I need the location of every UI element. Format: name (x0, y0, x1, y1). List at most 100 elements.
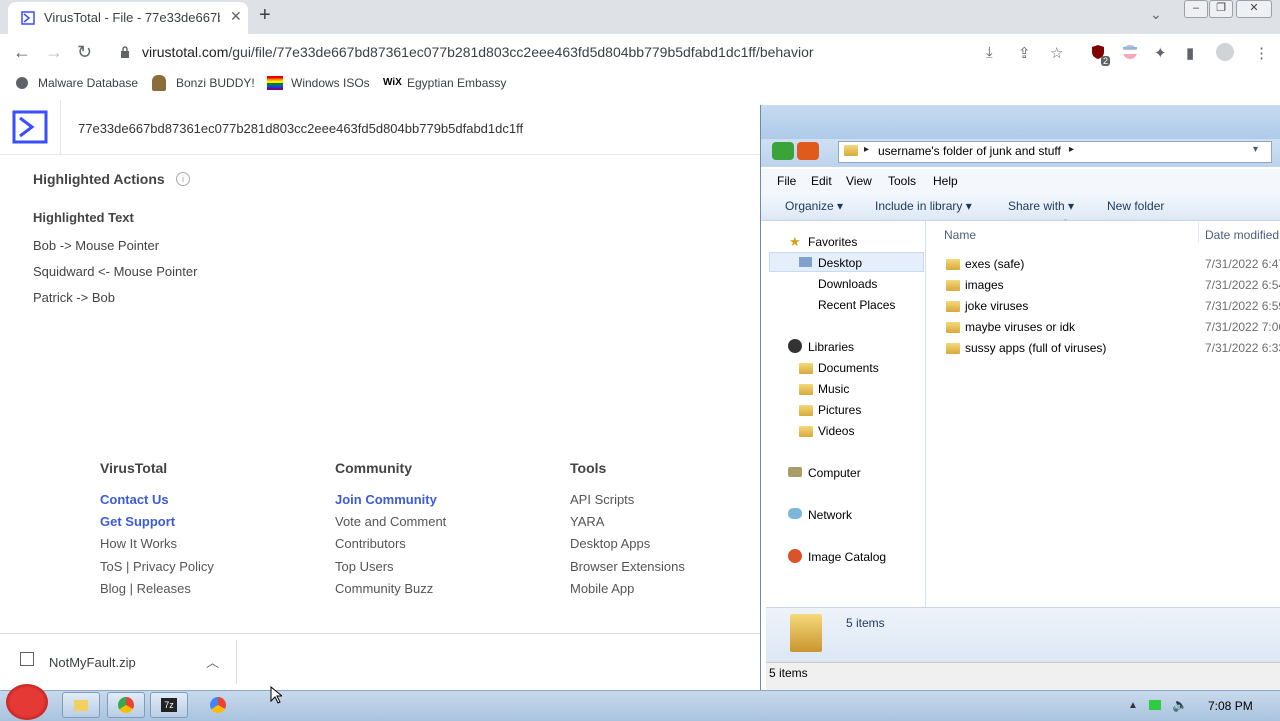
menu-kebab-icon[interactable]: ⋮ (1254, 44, 1269, 62)
reload-icon[interactable]: ↻ (77, 42, 92, 63)
contact-us-link[interactable]: Contact Us (100, 492, 169, 507)
breadcrumb-arrow-icon[interactable]: ▸ (864, 144, 869, 155)
chromium-icon[interactable] (210, 697, 226, 713)
download-filename[interactable]: NotMyFault.zip (49, 655, 136, 670)
zip-file-icon (20, 652, 34, 666)
side-panel-icon[interactable]: ▮ (1186, 44, 1194, 62)
tos-privacy-link[interactable]: ToS | Privacy Policy (100, 559, 214, 574)
explorer-titlebar[interactable] (761, 105, 1280, 139)
contributors-link[interactable]: Contributors (335, 536, 406, 551)
column-divider[interactable] (1198, 222, 1199, 242)
taskbar-7zip-button[interactable]: 7z (150, 692, 188, 718)
menu-file[interactable]: File (777, 174, 796, 188)
battery-icon[interactable] (1149, 700, 1161, 710)
taskbar-explorer-button[interactable] (62, 692, 100, 718)
column-header-date[interactable]: Date modified (1205, 228, 1279, 242)
extensions-puzzle-icon[interactable]: ✦ (1154, 44, 1167, 62)
url-text[interactable]: virustotal.com/gui/file/77e33de667bd8736… (142, 44, 814, 60)
sort-arrow-icon: ˆ (1064, 218, 1067, 228)
nav-network[interactable]: Network (808, 508, 852, 522)
breadcrumb-arrow-icon[interactable]: ▸ (1069, 144, 1074, 155)
file-row-name[interactable]: joke viruses (965, 299, 1028, 313)
file-row-name[interactable]: sussy apps (full of viruses) (965, 341, 1106, 355)
organize-button[interactable]: Organize ▾ (785, 199, 843, 213)
address-dropdown-icon[interactable]: ▾ (1253, 144, 1258, 155)
taskbar-chrome-button[interactable] (107, 692, 145, 718)
yara-link[interactable]: YARA (570, 514, 604, 529)
pride-extension-icon[interactable] (1122, 44, 1138, 65)
info-icon[interactable]: i (176, 172, 190, 186)
chevron-up-icon[interactable]: ︿ (206, 652, 219, 671)
menu-view[interactable]: View (846, 174, 872, 188)
nav-favorites[interactable]: Favorites (808, 235, 857, 249)
volume-icon[interactable]: 🔈 (1172, 697, 1188, 713)
api-scripts-link[interactable]: API Scripts (570, 492, 634, 507)
bookmark-star-icon[interactable]: ☆ (1050, 44, 1063, 62)
nav-image-catalog[interactable]: Image Catalog (808, 550, 886, 564)
back-arrow-icon[interactable]: ← (13, 42, 31, 63)
file-hash: 77e33de667bd87361ec077b281d803cc2eee463f… (78, 121, 524, 136)
footer-tools-title: Tools (570, 460, 607, 476)
menu-help[interactable]: Help (933, 174, 958, 188)
include-in-library-button[interactable]: Include in library ▾ (875, 199, 972, 213)
7zip-icon: 7z (161, 698, 177, 712)
highlighted-text-item: Patrick -> Bob (33, 290, 116, 305)
restore-button[interactable]: ❐ (1209, 0, 1233, 18)
nav-computer[interactable]: Computer (808, 466, 861, 480)
mobile-app-link[interactable]: Mobile App (570, 581, 634, 596)
share-with-button[interactable]: Share with ▾ (1008, 199, 1074, 213)
vote-comment-link[interactable]: Vote and Comment (335, 514, 446, 529)
how-it-works-link[interactable]: How It Works (100, 536, 177, 551)
get-support-link[interactable]: Get Support (100, 514, 175, 529)
bookmark-bonzi-buddy[interactable]: Bonzi BUDDY! (176, 76, 255, 90)
community-buzz-link[interactable]: Community Buzz (335, 581, 433, 596)
start-button-angry-bird-icon[interactable] (6, 684, 48, 720)
bookmark-malware-database[interactable]: Malware Database (38, 76, 138, 90)
minimize-button[interactable]: – (1184, 0, 1208, 18)
folder-icon (844, 145, 858, 156)
bookmark-egyptian-embassy[interactable]: Egyptian Embassy (407, 76, 506, 90)
nav-music[interactable]: Music (818, 382, 849, 396)
close-window-button[interactable]: ✕ (1236, 0, 1272, 18)
share-icon[interactable]: ⇪ (1018, 44, 1031, 62)
forward-arrow-icon[interactable]: → (45, 42, 63, 63)
browser-tab[interactable]: VirusTotal - File - 77e33de667bd ✕ (8, 2, 248, 34)
profile-avatar-icon[interactable] (1216, 43, 1234, 61)
file-row-name[interactable]: maybe viruses or idk (965, 320, 1075, 334)
image-catalog-icon (788, 549, 802, 563)
bookmark-windows-isos[interactable]: Windows ISOs (291, 76, 370, 90)
breadcrumb-folder[interactable]: username's folder of junk and stuff (878, 144, 1061, 158)
menu-edit[interactable]: Edit (811, 174, 832, 188)
lock-icon[interactable] (120, 45, 130, 63)
browser-extensions-link[interactable]: Browser Extensions (570, 559, 685, 574)
explorer-menu-bar (761, 169, 1280, 193)
new-tab-button[interactable]: + (259, 4, 271, 27)
new-folder-button[interactable]: New folder (1107, 199, 1164, 213)
pictures-icon (799, 405, 813, 416)
file-row-name[interactable]: images (965, 278, 1004, 292)
nav-videos[interactable]: Videos (818, 424, 854, 438)
tab-search-chevron-icon[interactable]: ⌄ (1150, 6, 1162, 23)
large-folder-icon (790, 614, 822, 652)
install-app-icon[interactable]: ⤓ (986, 44, 993, 61)
nav-downloads[interactable]: Downloads (818, 277, 877, 291)
top-users-link[interactable]: Top Users (335, 559, 394, 574)
taskbar-clock[interactable]: 7:08 PM (1208, 699, 1253, 713)
join-community-link[interactable]: Join Community (335, 492, 437, 507)
column-header-name[interactable]: Name (944, 228, 976, 242)
file-row-name[interactable]: exes (safe) (965, 257, 1024, 271)
virustotal-logo-icon[interactable] (12, 110, 48, 149)
desktop-apps-link[interactable]: Desktop Apps (570, 536, 650, 551)
tab-close-icon[interactable]: ✕ (230, 8, 242, 25)
blog-releases-link[interactable]: Blog | Releases (100, 581, 191, 596)
tray-chevron-up-icon[interactable]: ▲ (1128, 700, 1138, 711)
nav-desktop[interactable]: Desktop (818, 256, 862, 270)
highlighted-actions-heading: Highlighted Actions (33, 171, 165, 187)
forward-arrow-icon[interactable] (797, 142, 819, 160)
nav-libraries[interactable]: Libraries (808, 340, 854, 354)
back-arrow-icon[interactable] (772, 142, 794, 160)
nav-documents[interactable]: Documents (818, 361, 879, 375)
nav-pictures[interactable]: Pictures (818, 403, 861, 417)
nav-recent-places[interactable]: Recent Places (818, 298, 895, 312)
menu-tools[interactable]: Tools (888, 174, 916, 188)
